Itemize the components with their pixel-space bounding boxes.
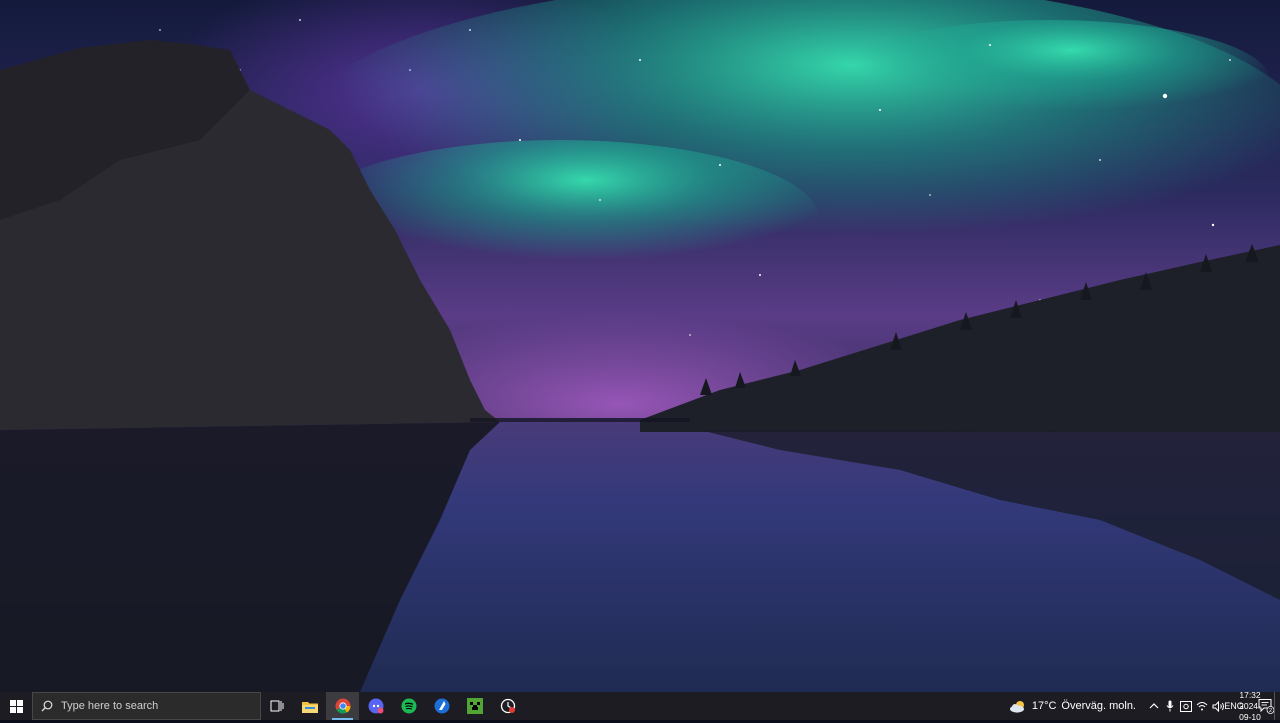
notification-center-button[interactable]: 2 (1258, 692, 1274, 720)
launcher-button[interactable] (425, 692, 458, 720)
minecraft-button[interactable] (458, 692, 491, 720)
system-tray: ENG 17:32 2024-09-10 2 (1146, 690, 1280, 722)
microphone-button[interactable] (1162, 692, 1178, 720)
notification-count: 2 (1269, 708, 1272, 714)
search-icon (41, 700, 53, 712)
task-view-button[interactable] (261, 692, 293, 720)
cloudy-icon (1009, 700, 1024, 713)
search-input[interactable] (61, 700, 241, 712)
chevron-up-icon (1149, 703, 1159, 709)
recorder-button[interactable] (491, 692, 524, 720)
camera-button[interactable] (1178, 692, 1194, 720)
weather-description: Överväg. moln. (1061, 700, 1136, 712)
pinned-apps (261, 692, 524, 720)
network-button[interactable] (1194, 692, 1210, 720)
clock[interactable]: 17:32 2024-09-10 (1239, 690, 1261, 722)
weather-temp: 17°C (1031, 700, 1057, 712)
task-view-icon (270, 700, 284, 712)
taskbar: 17°C Överväg. moln. (0, 690, 1280, 722)
weather-widget[interactable]: 17°C Överväg. moln. (1003, 692, 1146, 720)
volume-icon (1212, 700, 1224, 712)
minecraft-icon (466, 698, 483, 714)
file-explorer-button[interactable] (293, 692, 326, 720)
chrome-icon (335, 698, 351, 714)
show-hidden-icons-button[interactable] (1146, 692, 1162, 720)
search-box[interactable] (32, 692, 261, 720)
start-button[interactable] (0, 692, 32, 720)
launcher-icon (434, 698, 449, 714)
show-desktop-button[interactable] (1274, 692, 1280, 720)
wallpaper-image (0, 0, 1280, 692)
microphone-icon (1166, 700, 1174, 712)
notification-icon: 2 (1258, 699, 1274, 714)
wifi-icon (1196, 702, 1208, 711)
desktop-wallpaper (0, 0, 1280, 692)
spotify-icon (401, 698, 416, 714)
spotify-button[interactable] (392, 692, 425, 720)
discord-button[interactable] (359, 692, 392, 720)
chrome-button[interactable] (326, 692, 359, 720)
folder-icon (301, 701, 318, 713)
windows-logo-icon (9, 699, 23, 713)
discord-icon (368, 698, 383, 714)
recorder-icon (500, 698, 515, 714)
camera-icon (1180, 700, 1192, 712)
